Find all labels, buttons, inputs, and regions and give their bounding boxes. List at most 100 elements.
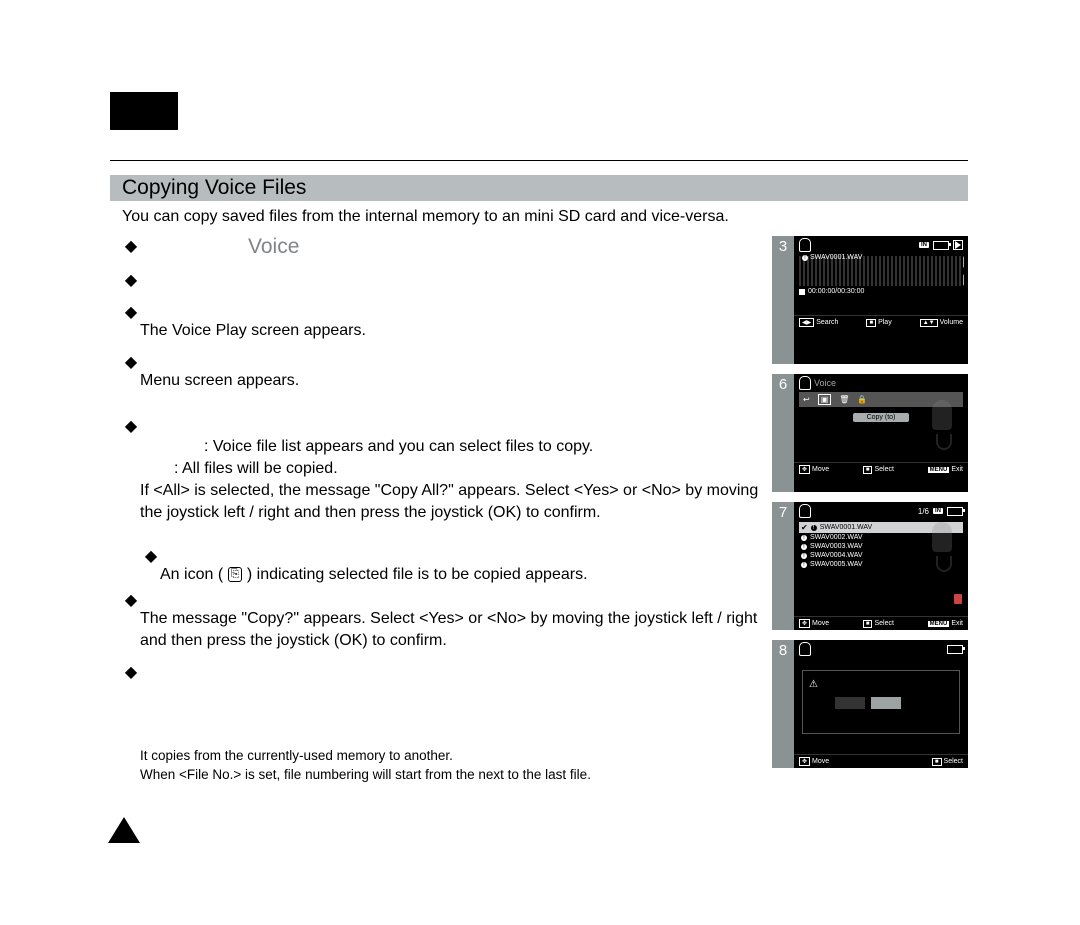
screenshot-3: 3 IN ! SWAV0001.WAV 00:00:00/00:30:00 xyxy=(772,236,968,364)
option-all-desc: : All files will be copied. xyxy=(140,458,762,480)
bullet-icon: ◆ xyxy=(122,270,140,292)
step-4-text: Menu screen appears. xyxy=(140,352,762,392)
confirm-dialog: ⚠ xyxy=(802,670,960,734)
battery-icon xyxy=(933,241,949,250)
check-icon: ✔ xyxy=(801,523,808,532)
file-mark-icon: ! xyxy=(801,562,807,568)
warning-icon: ⚠ xyxy=(809,679,818,690)
screenshot-8: 8 ⚠ ✥Move ■Select xyxy=(772,640,968,768)
delete-icon: 🗑 xyxy=(839,395,849,404)
footer-hints: ✥Move ■Select MENUExit xyxy=(794,616,968,630)
option-selected-desc: : Voice file list appears and you can se… xyxy=(140,436,762,458)
step-3-text: The Voice Play screen appears. xyxy=(140,302,762,342)
bullet-icon: ◆ xyxy=(122,236,140,258)
file-mark-icon: ! xyxy=(801,544,807,550)
time-bar: 00:00:00/00:30:00 xyxy=(794,288,968,295)
copy-tab-icon: ▣ xyxy=(818,394,832,405)
mic-watermark-icon xyxy=(922,400,962,450)
bullet-icon: ◆ xyxy=(122,302,140,324)
lock-icon: 🔒 xyxy=(857,395,867,404)
page-corner-tab xyxy=(110,92,178,130)
screenshot-body: Voice ↩ ▣ 🗑 🔒 Copy (to) ✥Move ■Select ME… xyxy=(794,374,968,492)
menu-badge: MENU xyxy=(928,621,950,627)
step-6-post: ) indicating selected file is to be copi… xyxy=(247,566,588,583)
mic-icon xyxy=(799,376,811,390)
file-mark-icon: ! xyxy=(802,255,808,261)
horizontal-rule xyxy=(110,160,968,161)
stop-icon xyxy=(799,289,805,295)
hint-play: Play xyxy=(878,319,892,326)
mic-watermark-icon xyxy=(922,522,962,572)
page-footer-triangle-icon xyxy=(108,817,140,843)
manual-page: Copying Voice Files You can copy saved f… xyxy=(0,0,1080,925)
screenshot-body: IN ! SWAV0001.WAV 00:00:00/00:30:00 ◀▶Se… xyxy=(794,236,968,364)
screenshot-body: 1/6 IN ✔!SWAV0001.WAV !SWAV0002.WAV !SWA… xyxy=(794,502,968,630)
bullet-icon: ◆ xyxy=(122,662,140,684)
step-6: ◆ An icon ( ⎘ ) indicating selected file… xyxy=(142,546,762,586)
screenshot-column: 3 IN ! SWAV0001.WAV 00:00:00/00:30:00 xyxy=(772,236,968,778)
voice-mode-label: Voice xyxy=(248,235,299,258)
hint-select: Select xyxy=(874,466,893,473)
timecode: 00:00:00/00:30:00 xyxy=(808,288,864,295)
mic-icon xyxy=(799,504,811,518)
screenshot-number: 7 xyxy=(772,502,794,630)
hint-move: Move xyxy=(812,466,829,473)
step-6-pre: An icon ( xyxy=(160,566,223,583)
bullet-icon: ◆ xyxy=(122,416,140,438)
storage-in-badge: IN xyxy=(919,242,929,248)
screenshot-number: 6 xyxy=(772,374,794,492)
copy-all-note: If <All> is selected, the message "Copy … xyxy=(140,480,762,524)
hint-move: Move xyxy=(812,620,829,627)
footer-hints: ✥Move ■Select xyxy=(794,754,968,768)
dialog-no-button xyxy=(835,697,865,709)
note-1: It copies from the currently-used memory… xyxy=(140,746,760,765)
screenshot-body: ⚠ ✥Move ■Select xyxy=(794,640,968,768)
screenshot-6: 6 Voice ↩ ▣ 🗑 🔒 Copy (to) ✥Move ■Select … xyxy=(772,374,968,492)
hint-select: Select xyxy=(944,758,963,765)
back-icon: ↩ xyxy=(803,395,810,404)
hint-volume: Volume xyxy=(940,319,963,326)
bullet-icon: ◆ xyxy=(122,352,140,374)
current-file: SWAV0001.WAV xyxy=(810,254,863,261)
menu-badge: MENU xyxy=(928,467,950,473)
step-3: ◆ The Voice Play screen appears. xyxy=(122,302,762,342)
footer-hints: ◀▶Search ■Play ▲▼Volume xyxy=(794,315,968,329)
screenshot-number: 8 xyxy=(772,640,794,768)
step-4: ◆ Menu screen appears. xyxy=(122,352,762,392)
bullet-icon: ◆ xyxy=(142,546,160,568)
step-1: ◆ Voice xyxy=(122,236,762,260)
hint-exit: Exit xyxy=(951,620,963,627)
step-5: ◆ : Voice file list appears and you can … xyxy=(122,416,762,524)
bullet-icon: ◆ xyxy=(122,590,140,612)
hint-exit: Exit xyxy=(951,466,963,473)
waveform-area: ! SWAV0001.WAV xyxy=(799,256,963,286)
mic-icon xyxy=(799,642,811,656)
step-8: ◆ xyxy=(122,662,762,684)
sd-card-icon xyxy=(954,594,962,604)
notes-block: It copies from the currently-used memory… xyxy=(140,746,760,784)
dialog-yes-button xyxy=(871,697,901,709)
screenshot-number: 3 xyxy=(772,236,794,364)
file-mark-icon: ! xyxy=(811,525,817,531)
mic-icon xyxy=(799,238,811,252)
footer-hints: ✥Move ■Select MENUExit xyxy=(794,462,968,476)
screen-title: Voice xyxy=(814,378,836,388)
file-mark-icon: ! xyxy=(801,553,807,559)
battery-icon xyxy=(947,507,963,516)
storage-in-badge: IN xyxy=(933,508,943,514)
step-7-text: The message "Copy?" appears. Select <Yes… xyxy=(140,608,762,652)
hint-move: Move xyxy=(812,758,829,765)
battery-icon xyxy=(947,645,963,654)
screenshot-7: 7 1/6 IN ✔!SWAV0001.WAV !SWAV0002.WAV !S… xyxy=(772,502,968,630)
step-7: ◆ The message "Copy?" appears. Select <Y… xyxy=(122,590,762,652)
note-2: When <File No.> is set, file numbering w… xyxy=(140,765,760,784)
step-2: ◆ xyxy=(122,270,762,292)
play-mode-icon xyxy=(953,240,963,250)
hint-search: Search xyxy=(816,319,838,326)
section-intro: You can copy saved files from the intern… xyxy=(122,208,729,226)
hint-select: Select xyxy=(874,620,893,627)
copy-to-option: Copy (to) xyxy=(853,413,910,422)
section-title: Copying Voice Files xyxy=(122,175,306,201)
copy-mark-icon: ⎘ xyxy=(228,567,243,582)
file-mark-icon: ! xyxy=(801,535,807,541)
